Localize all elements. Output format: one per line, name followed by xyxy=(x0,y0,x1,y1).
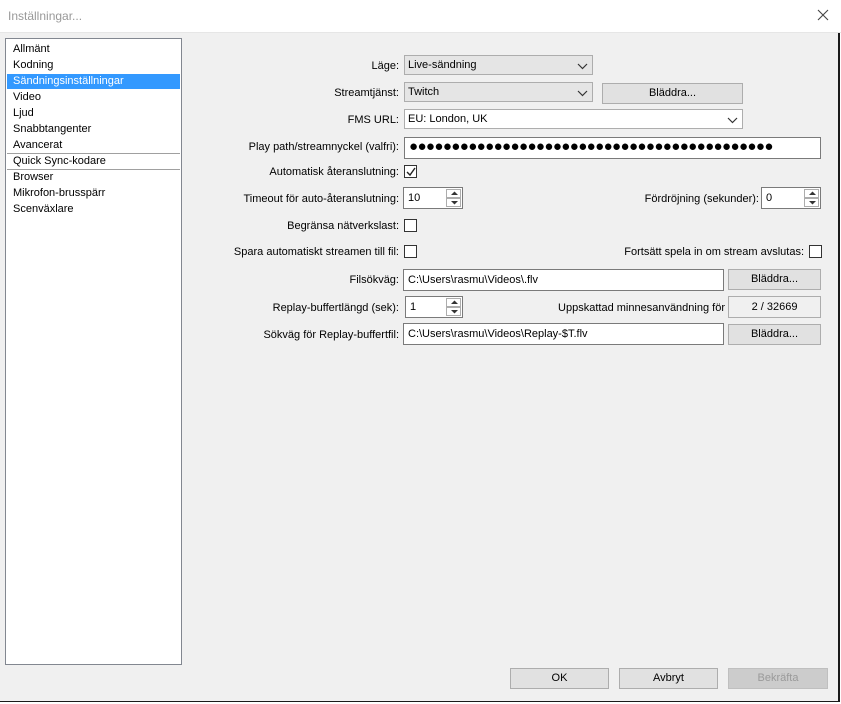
replaypath-label: Sökväg för Replay-buffertfil: xyxy=(263,329,399,341)
filepath-input[interactable]: C:\Users\rasmu\Videos\.flv xyxy=(403,269,724,291)
ok-button[interactable]: OK xyxy=(510,668,609,689)
timeout-value: 10 xyxy=(408,192,421,204)
service-select[interactable]: Twitch xyxy=(404,82,593,102)
sidebar-item-ljud[interactable]: Ljud xyxy=(7,106,180,121)
apply-button[interactable]: Bekräfta xyxy=(728,668,828,689)
spin-up-icon[interactable] xyxy=(446,298,461,307)
sidebar-item-video[interactable]: Video xyxy=(7,90,180,105)
spin-down-icon[interactable] xyxy=(446,307,461,316)
cancel-button[interactable]: Avbryt xyxy=(619,668,718,689)
spin-down-icon[interactable] xyxy=(446,198,461,207)
chevron-down-icon xyxy=(577,88,588,97)
timeout-label: Timeout för auto-återanslutning: xyxy=(243,193,399,205)
streamkey-input[interactable]: ●●●●●●●●●●●●●●●●●●●●●●●●●●●●●●●●●●●●●●●●… xyxy=(404,137,821,159)
checkmark-icon xyxy=(406,167,416,177)
sidebar-item-quick-sync[interactable]: Quick Sync-kodare xyxy=(7,154,180,169)
window-title: Inställningar... xyxy=(8,9,83,23)
settings-category-list[interactable]: Allmänt Kodning Sändningsinställningar V… xyxy=(5,38,182,665)
fms-url-value: EU: London, UK xyxy=(408,113,488,125)
memory-label: Uppskattad minnesanvändning för xyxy=(558,302,725,314)
sidebar-item-browser[interactable]: Browser xyxy=(7,170,180,185)
fms-url-label: FMS URL: xyxy=(347,114,399,126)
spin-down-icon[interactable] xyxy=(804,198,819,207)
autoreconnect-label: Automatisk återanslutning: xyxy=(269,166,399,178)
sidebar-item-allmant[interactable]: Allmänt xyxy=(7,42,180,57)
replaylen-label: Replay-buffertlängd (sek): xyxy=(272,302,399,314)
replaylen-spinbox[interactable]: 1 xyxy=(405,296,463,318)
mode-label: Läge: xyxy=(371,60,399,72)
streamkey-value: ●●●●●●●●●●●●●●●●●●●●●●●●●●●●●●●●●●●●●●●●… xyxy=(409,138,773,155)
delay-value: 0 xyxy=(766,192,773,204)
chevron-down-icon xyxy=(727,115,738,124)
autosave-label: Spara automatiskt streamen till fil: xyxy=(233,246,399,258)
autoreconnect-checkbox[interactable] xyxy=(404,165,417,178)
limitnet-checkbox[interactable] xyxy=(404,219,417,232)
keepplaying-checkbox[interactable] xyxy=(809,245,822,258)
sidebar-item-scenvaxlare[interactable]: Scenväxlare xyxy=(7,202,180,217)
streamkey-label: Play path/streamnyckel (valfri): xyxy=(248,141,399,153)
service-label: Streamtjänst: xyxy=(334,87,399,99)
spin-up-icon[interactable] xyxy=(446,189,461,198)
delay-spinbox[interactable]: 0 xyxy=(761,187,821,209)
memory-value: 2 / 32669 xyxy=(728,296,821,318)
autosave-checkbox[interactable] xyxy=(404,245,417,258)
sidebar-item-avancerat[interactable]: Avancerat xyxy=(7,138,180,153)
limitnet-label: Begränsa nätverkslast: xyxy=(287,220,399,232)
replaypath-browse-button[interactable]: Bläddra... xyxy=(728,324,821,345)
filepath-value: C:\Users\rasmu\Videos\.flv xyxy=(408,274,539,286)
fms-url-select[interactable]: EU: London, UK xyxy=(404,109,743,129)
mode-select[interactable]: Live-sändning xyxy=(404,55,593,75)
mode-value: Live-sändning xyxy=(408,59,477,71)
spin-up-icon[interactable] xyxy=(804,189,819,198)
sidebar-item-kodning[interactable]: Kodning xyxy=(7,58,180,73)
title-bar: Inställningar... xyxy=(0,0,841,33)
close-icon[interactable] xyxy=(815,7,831,23)
replaypath-value: C:\Users\rasmu\Videos\Replay-$T.flv xyxy=(408,328,588,340)
keepplaying-label: Fortsätt spela in om stream avslutas: xyxy=(624,246,804,258)
chevron-down-icon xyxy=(577,61,588,70)
sidebar-item-snabbtangenter[interactable]: Snabbtangenter xyxy=(7,122,180,137)
dialog-body: Allmänt Kodning Sändningsinställningar V… xyxy=(0,33,840,702)
timeout-spinbox[interactable]: 10 xyxy=(403,187,463,209)
sidebar-item-mikrofon[interactable]: Mikrofon-brusspärr xyxy=(7,186,180,201)
service-value: Twitch xyxy=(408,86,440,98)
replaylen-value: 1 xyxy=(410,301,417,313)
sidebar-item-sandningsinstallningar[interactable]: Sändningsinställningar xyxy=(7,74,180,89)
replaypath-input[interactable]: C:\Users\rasmu\Videos\Replay-$T.flv xyxy=(403,323,724,345)
service-browse-button[interactable]: Bläddra... xyxy=(602,83,743,104)
filepath-browse-button[interactable]: Bläddra... xyxy=(728,269,821,290)
delay-label: Fördröjning (sekunder): xyxy=(644,193,759,205)
filepath-label: Filsökväg: xyxy=(349,274,399,286)
